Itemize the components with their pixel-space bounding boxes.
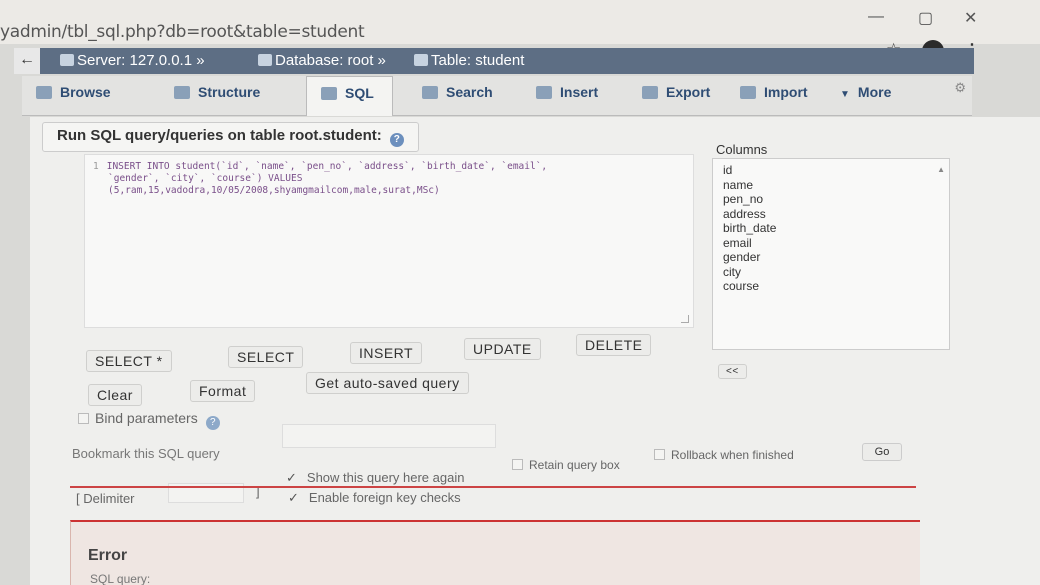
show-query-checkbox[interactable]: ✓ Show this query here again — [286, 470, 464, 486]
error-box — [70, 520, 920, 585]
insert-icon — [536, 86, 552, 99]
breadcrumb-table[interactable]: Table: student — [414, 52, 524, 69]
insert-column-button[interactable]: << — [718, 364, 747, 379]
tab-import[interactable]: Import — [740, 76, 808, 116]
editor-line: (5,ram,15,vadodra,10/05/2008,shyamgmailc… — [108, 185, 440, 196]
gear-icon[interactable]: ⚙ — [954, 80, 966, 96]
tab-browse[interactable]: Browse — [36, 76, 111, 116]
database-icon — [258, 54, 272, 66]
tab-more[interactable]: ▼ More — [840, 76, 891, 116]
sql-editor[interactable]: 1 INSERT INTO student(`id`, `name`, `pen_… — [84, 154, 694, 328]
bookmark-input[interactable] — [282, 424, 496, 448]
column-item[interactable]: pen_no — [723, 192, 939, 207]
retain-query-box-checkbox[interactable]: Retain query box — [512, 458, 620, 472]
column-item[interactable]: address — [723, 207, 939, 222]
column-item[interactable]: city — [723, 265, 939, 280]
browse-icon — [36, 86, 52, 99]
column-item[interactable]: gender — [723, 250, 939, 265]
tab-bar: Browse Structure SQL Search Insert Expor… — [22, 76, 972, 116]
tab-insert[interactable]: Insert — [536, 76, 598, 116]
breadcrumb-database[interactable]: Database: root » — [258, 52, 386, 69]
table-icon — [414, 54, 428, 66]
divider — [70, 486, 916, 488]
format-button[interactable]: Format — [190, 380, 256, 402]
breadcrumb-server[interactable]: Server: 127.0.0.1 » — [60, 52, 205, 69]
tab-export[interactable]: Export — [642, 76, 710, 116]
delimiter-label: [ Delimiter — [76, 491, 135, 506]
tab-structure[interactable]: Structure — [174, 76, 260, 116]
back-arrow-icon[interactable]: ← — [14, 48, 40, 74]
export-icon — [642, 86, 658, 99]
editor-line: `gender`, `city`, `course`) VALUES — [108, 173, 303, 184]
columns-title: Columns — [716, 142, 768, 157]
minimize-button[interactable]: — — [868, 8, 884, 26]
address-bar[interactable]: yadmin/tbl_sql.php?db=root&table=student — [0, 22, 365, 42]
column-item[interactable]: name — [723, 178, 939, 193]
autosaved-query-button[interactable]: Get auto-saved query — [306, 372, 469, 394]
update-button[interactable]: UPDATE — [464, 338, 541, 360]
column-item[interactable]: email — [723, 236, 939, 251]
delete-button[interactable]: DELETE — [576, 334, 652, 356]
select-star-button[interactable]: SELECT * — [86, 350, 172, 372]
chevron-down-icon: ▼ — [840, 89, 850, 100]
structure-icon — [174, 86, 190, 99]
insert-button[interactable]: INSERT — [350, 342, 423, 364]
browser-toolbar: yadmin/tbl_sql.php?db=root&table=student… — [0, 0, 1040, 62]
bind-parameters-checkbox[interactable]: Bind parameters? — [78, 410, 220, 430]
help-icon[interactable]: ? — [205, 416, 220, 430]
tab-search[interactable]: Search — [422, 76, 493, 116]
restore-button[interactable]: ▢ — [918, 8, 933, 28]
rollback-checkbox[interactable]: Rollback when finished — [654, 448, 794, 462]
panel-title: Run SQL query/queries on table root.stud… — [42, 122, 419, 152]
checkbox-icon — [78, 413, 89, 424]
column-item[interactable]: course — [723, 279, 939, 294]
search-icon — [422, 86, 438, 99]
bookmark-label: Bookmark this SQL query — [72, 446, 220, 461]
help-icon[interactable]: ? — [389, 133, 404, 147]
checkbox-icon — [512, 459, 523, 470]
go-button[interactable]: Go — [862, 443, 902, 461]
column-item[interactable]: birth_date — [723, 221, 939, 236]
foreign-keys-checkbox[interactable]: ✓ Enable foreign key checks — [288, 490, 461, 506]
close-button[interactable]: ✕ — [964, 8, 977, 28]
sql-icon — [321, 87, 337, 100]
clear-button[interactable]: Clear — [88, 384, 142, 406]
server-icon — [60, 54, 74, 66]
error-sql-label: SQL query: — [90, 572, 151, 585]
select-button[interactable]: SELECT — [228, 346, 304, 368]
columns-list[interactable]: id name pen_no address birth_date email … — [712, 158, 950, 350]
tab-sql[interactable]: SQL — [306, 76, 393, 116]
resize-handle[interactable] — [681, 315, 689, 323]
import-icon — [740, 86, 756, 99]
error-title: Error — [88, 547, 128, 564]
editor-line: 1 INSERT INTO student(`id`, `name`, `pen_… — [93, 161, 548, 172]
checkbox-icon — [654, 449, 665, 460]
column-item[interactable]: id — [723, 163, 939, 178]
scroll-up-icon[interactable]: ▲ — [937, 165, 945, 174]
breadcrumb: ← Server: 127.0.0.1 » Database: root » T… — [14, 48, 974, 74]
